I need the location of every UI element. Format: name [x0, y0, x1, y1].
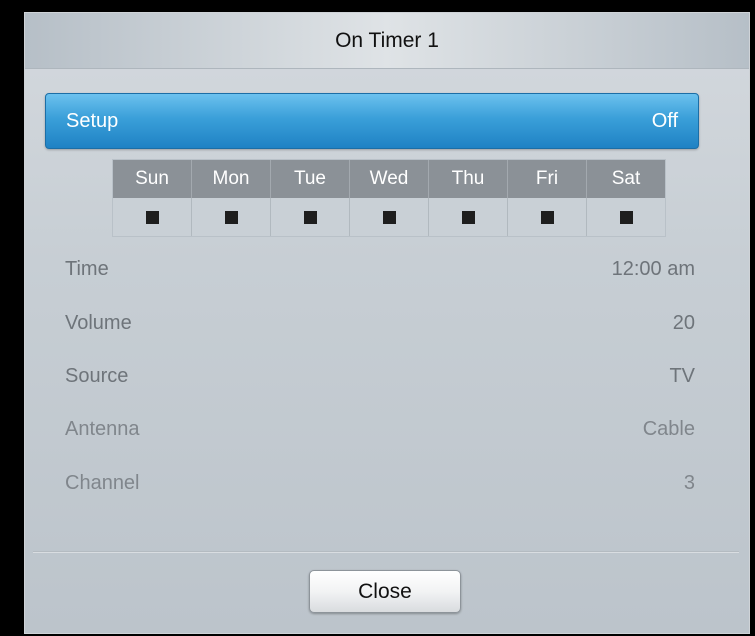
time-label: Time — [65, 257, 109, 280]
time-row[interactable]: Time 12:00 am — [65, 254, 695, 284]
source-label: Source — [65, 364, 129, 387]
time-value: 12:00 am — [611, 257, 695, 280]
day-header-fri: Fri — [508, 160, 587, 198]
checkbox-icon — [145, 210, 159, 224]
on-timer-dialog: On Timer 1 Setup Off Sun Mon Tue Wed Thu… — [24, 12, 750, 634]
channel-label: Channel — [65, 471, 140, 494]
checkbox-icon — [382, 210, 396, 224]
dialog-title: On Timer 1 — [335, 28, 439, 52]
checkbox-icon — [619, 210, 633, 224]
day-header-wed: Wed — [350, 160, 429, 198]
setup-value: Off — [651, 109, 678, 132]
setup-row[interactable]: Setup Off — [45, 93, 699, 149]
antenna-row[interactable]: Antenna Cable — [65, 414, 695, 444]
day-header-sun: Sun — [113, 160, 192, 198]
channel-value: 3 — [683, 471, 695, 494]
antenna-label: Antenna — [65, 417, 140, 440]
day-checkbox-mon[interactable] — [192, 198, 271, 236]
day-checkbox-thu[interactable] — [429, 198, 508, 236]
day-header-thu: Thu — [429, 160, 508, 198]
antenna-value: Cable — [642, 417, 695, 440]
volume-value: 20 — [672, 311, 695, 334]
day-header-mon: Mon — [192, 160, 271, 198]
close-button[interactable]: Close — [309, 570, 461, 613]
day-header-row: Sun Mon Tue Wed Thu Fri Sat — [113, 160, 665, 198]
day-checkbox-tue[interactable] — [271, 198, 350, 236]
checkbox-icon — [303, 210, 317, 224]
footer-divider — [33, 551, 739, 553]
source-value: TV — [669, 364, 695, 387]
volume-label: Volume — [65, 311, 132, 334]
checkbox-icon — [461, 210, 475, 224]
day-selector-grid: Sun Mon Tue Wed Thu Fri Sat — [112, 159, 666, 237]
dialog-title-bar: On Timer 1 — [25, 13, 749, 69]
checkbox-icon — [224, 210, 238, 224]
day-checkbox-row — [113, 198, 665, 236]
day-checkbox-wed[interactable] — [350, 198, 429, 236]
source-row[interactable]: Source TV — [65, 361, 695, 391]
volume-row[interactable]: Volume 20 — [65, 308, 695, 338]
setup-label: Setup — [66, 109, 119, 132]
day-header-sat: Sat — [611, 168, 641, 189]
day-checkbox-fri[interactable] — [508, 198, 587, 236]
day-checkbox-sun[interactable] — [113, 198, 192, 236]
day-checkbox-sat[interactable] — [587, 198, 665, 236]
channel-row[interactable]: Channel 3 — [65, 468, 695, 498]
checkbox-icon — [540, 210, 554, 224]
day-header-tue: Tue — [271, 160, 350, 198]
